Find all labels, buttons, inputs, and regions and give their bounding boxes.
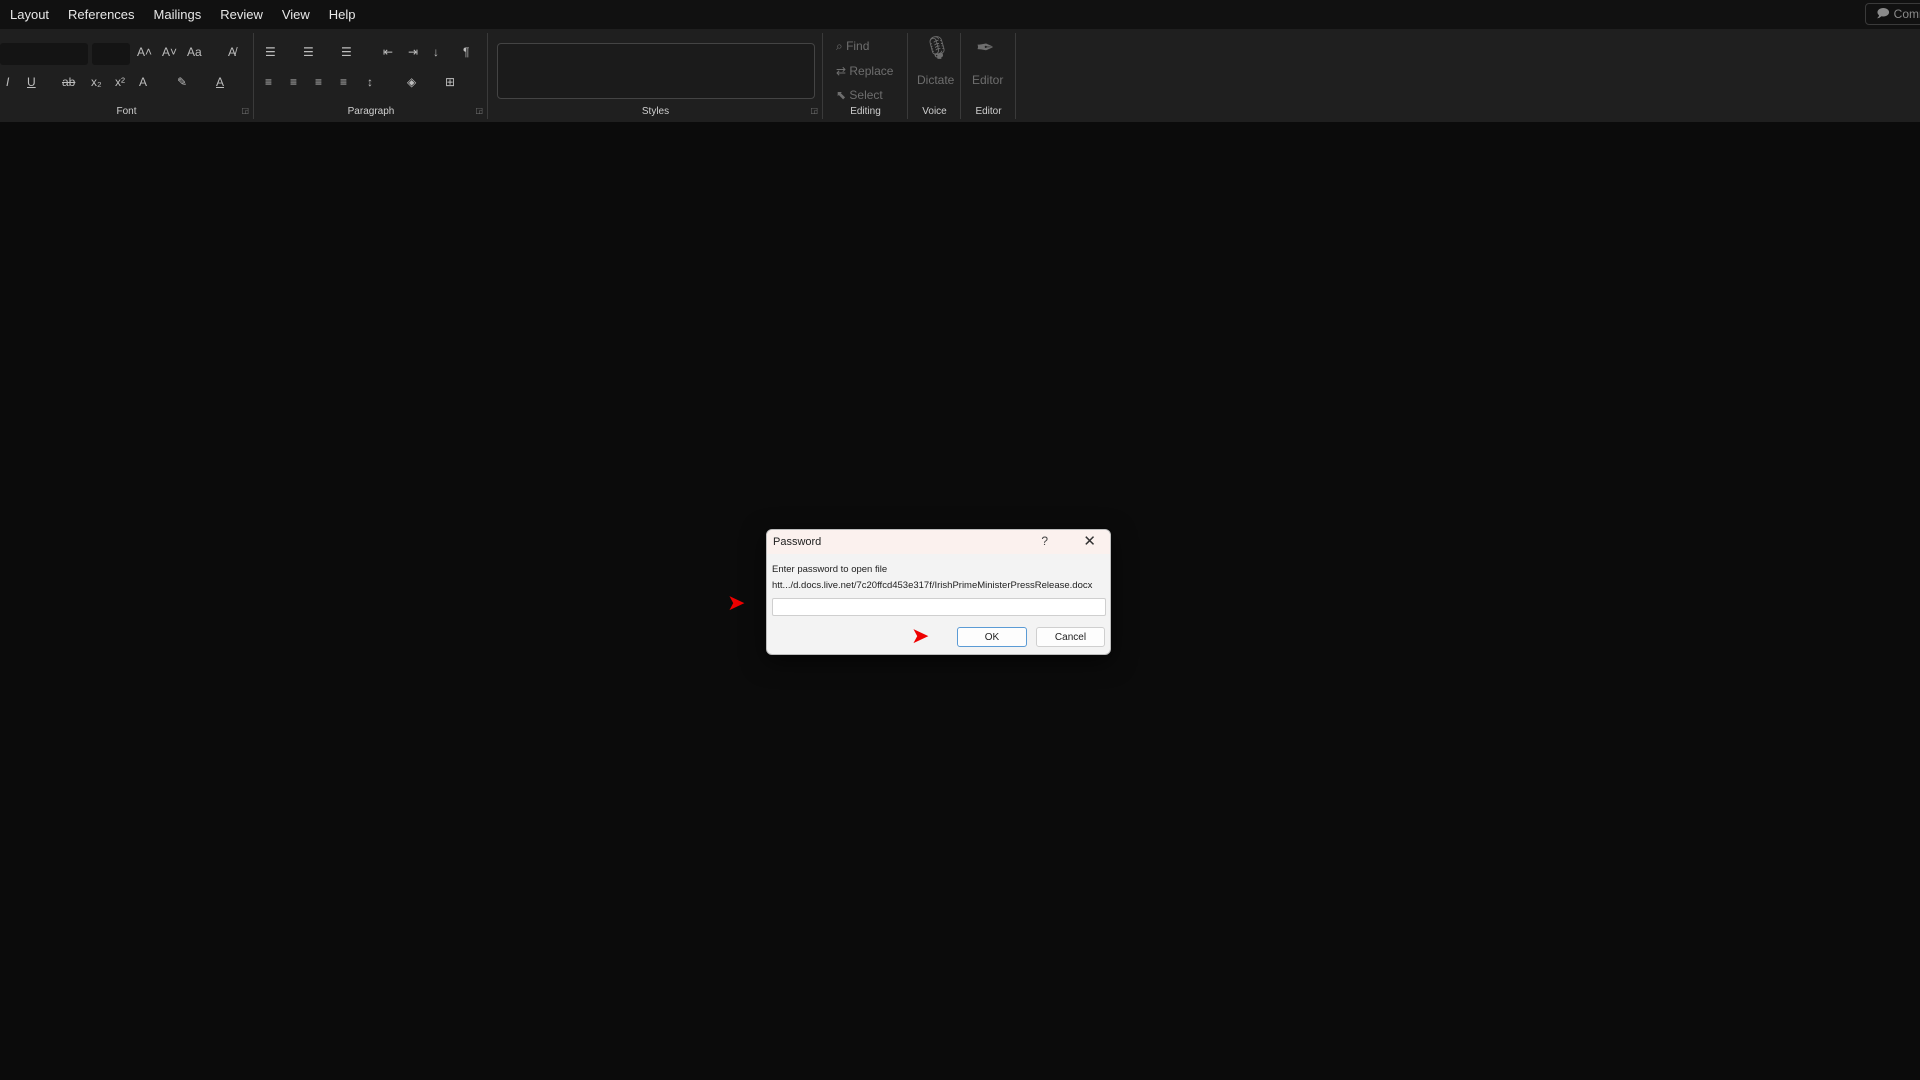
password-dialog: Password ? ✕ Enter password to open file…: [766, 529, 1111, 655]
editor-pen-icon: ✒: [976, 35, 995, 60]
paragraph-group-label: Paragraph: [347, 106, 395, 117]
subscript-icon[interactable]: x₂: [91, 75, 102, 89]
find-label: Find: [846, 39, 870, 53]
line-spacing-icon[interactable]: ↕: [367, 75, 373, 89]
numbering-icon[interactable]: ☰: [303, 45, 314, 59]
grow-font-icon[interactable]: A˄: [137, 45, 152, 59]
strikethrough-icon[interactable]: ab: [62, 75, 75, 89]
align-center-icon[interactable]: ≡: [290, 75, 297, 89]
menu-references[interactable]: References: [68, 7, 134, 22]
menu-layout[interactable]: Layout: [10, 7, 49, 22]
editor-button[interactable]: Editor: [972, 73, 1003, 87]
change-case-icon[interactable]: Aa: [187, 45, 202, 59]
styles-group-label: Styles: [641, 106, 670, 117]
align-left-icon[interactable]: ≡: [265, 75, 272, 89]
justify-icon[interactable]: ≡: [340, 75, 347, 89]
multilevel-list-icon[interactable]: ☰: [341, 45, 352, 59]
close-icon[interactable]: ✕: [1083, 532, 1096, 550]
replace-button[interactable]: ⇄ Replace: [836, 64, 893, 78]
select-label: Select: [849, 88, 883, 102]
dialog-title: Password: [773, 536, 822, 548]
voice-group-label: Voice: [922, 106, 947, 117]
styles-gallery[interactable]: [497, 43, 815, 99]
comment-icon: 🗩: [1876, 5, 1890, 20]
bullets-icon[interactable]: ☰: [265, 45, 276, 59]
font-group: A˄ A˅ Aa A̸ I U ab x₂ x² A ✎ A Font ◲: [0, 33, 254, 119]
borders-icon[interactable]: ⊞: [445, 75, 455, 89]
align-right-icon[interactable]: ≡: [315, 75, 322, 89]
comments-button[interactable]: 🗩 Comm: [1865, 3, 1920, 25]
find-button[interactable]: ⌕ Find: [836, 39, 869, 54]
underline-icon[interactable]: U: [27, 75, 36, 89]
cancel-button[interactable]: Cancel: [1036, 627, 1105, 647]
shrink-font-icon[interactable]: A˅: [162, 45, 177, 59]
paragraph-dialog-launcher-icon[interactable]: ◲: [475, 106, 483, 115]
help-icon[interactable]: ?: [1041, 534, 1048, 548]
dialog-prompt: Enter password to open file: [772, 564, 888, 575]
dialog-titlebar: Password ? ✕: [767, 530, 1110, 554]
replace-label: Replace: [849, 64, 894, 78]
decrease-indent-icon[interactable]: ⇤: [383, 45, 393, 59]
increase-indent-icon[interactable]: ⇥: [408, 45, 418, 59]
menu-mailings[interactable]: Mailings: [154, 7, 202, 22]
show-marks-icon[interactable]: ¶: [463, 45, 469, 59]
voice-group: 🎙 Dictate Voice: [909, 33, 961, 119]
red-arrow-annotation: ➤: [727, 590, 746, 615]
password-field[interactable]: [772, 598, 1106, 616]
text-effects-icon[interactable]: A: [139, 75, 147, 89]
editing-group-label: Editing: [850, 106, 881, 117]
styles-group: Styles ◲: [489, 33, 823, 119]
font-color-icon[interactable]: A: [216, 75, 224, 89]
ok-button[interactable]: OK: [957, 627, 1027, 647]
paragraph-group: ☰ ☰ ☰ ⇤ ⇥ ↓ ¶ ≡ ≡ ≡ ≡ ↕ ◈ ⊞ Paragraph ◲: [255, 33, 488, 119]
menu-bar: Layout References Mailings Review View H…: [0, 0, 1920, 29]
italic-icon[interactable]: I: [6, 75, 9, 89]
styles-dialog-launcher-icon[interactable]: ◲: [810, 106, 818, 115]
highlight-icon[interactable]: ✎: [177, 75, 187, 89]
editor-group-label: Editor: [975, 106, 1002, 117]
comments-label: Comm: [1893, 7, 1920, 21]
clear-formatting-icon[interactable]: A̸: [228, 45, 236, 59]
font-size-combo[interactable]: [92, 43, 130, 65]
font-dialog-launcher-icon[interactable]: ◲: [241, 106, 249, 115]
font-group-label: Font: [116, 106, 137, 117]
dictate-button[interactable]: Dictate: [917, 73, 954, 87]
microphone-icon: 🎙: [923, 35, 951, 60]
red-arrow-annotation: ➤: [911, 623, 930, 648]
menu-review[interactable]: Review: [220, 7, 263, 22]
menu-help[interactable]: Help: [329, 7, 356, 22]
file-path: htt.../d.docs.live.net/7c20ffcd453e317f/…: [772, 580, 1093, 591]
select-button[interactable]: ⬉ Select: [836, 88, 883, 102]
editing-group: ⌕ Find ⇄ Replace ⬉ Select Editing: [824, 33, 908, 119]
superscript-icon[interactable]: x²: [115, 75, 125, 89]
ribbon: A˄ A˅ Aa A̸ I U ab x₂ x² A ✎ A Font ◲ ☰ …: [0, 29, 1920, 122]
font-name-combo[interactable]: [0, 43, 88, 65]
editor-group: ✒ Editor Editor: [962, 33, 1016, 119]
shading-icon[interactable]: ◈: [407, 75, 416, 89]
sort-icon[interactable]: ↓: [433, 45, 439, 59]
menu-view[interactable]: View: [282, 7, 310, 22]
